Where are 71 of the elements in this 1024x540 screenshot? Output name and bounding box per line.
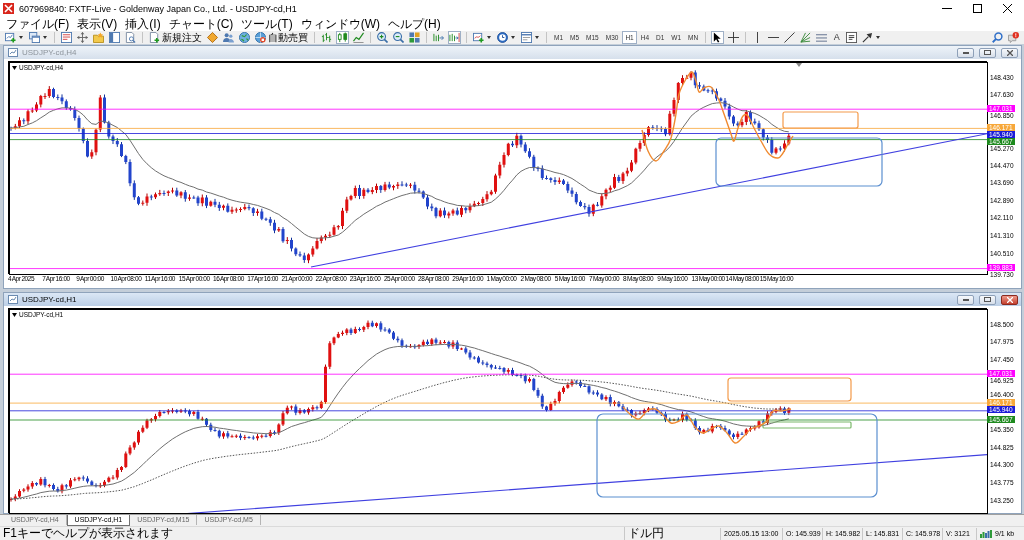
chart-window-title: USDJPY-cd,H1 — [22, 295, 78, 304]
caret-icon[interactable] — [511, 36, 515, 39]
menu-item[interactable]: ツール(T) — [237, 17, 297, 31]
new-order-button[interactable]: 新規注文 — [147, 31, 204, 44]
crosshair-icon[interactable] — [727, 31, 741, 44]
close-icon — [1006, 296, 1013, 303]
arrow-icon[interactable] — [861, 31, 875, 44]
caret-icon[interactable] — [19, 36, 23, 39]
menu-item[interactable]: ヘルプ(H) — [384, 17, 445, 31]
menu-item[interactable]: ウィンドウ(W) — [296, 17, 384, 31]
close-button[interactable] — [1001, 294, 1018, 305]
auto-scroll-icon[interactable] — [448, 31, 461, 44]
trend-line-icon[interactable] — [783, 31, 797, 44]
windows-icon[interactable] — [28, 31, 41, 44]
zoom-in-icon[interactable] — [376, 31, 389, 44]
indicator-plus-icon[interactable] — [472, 31, 485, 44]
clock-icon[interactable] — [496, 31, 509, 44]
text-label-icon[interactable] — [845, 31, 859, 44]
menu-item[interactable]: 表示(V) — [73, 17, 122, 31]
document-search-icon[interactable] — [124, 31, 137, 44]
people-icon[interactable] — [222, 31, 235, 44]
caret-icon[interactable] — [12, 66, 17, 70]
chart-plus-icon[interactable] — [4, 31, 17, 44]
caret-icon[interactable] — [876, 36, 881, 39]
template-icon[interactable] — [520, 31, 533, 44]
maximize-icon — [972, 4, 982, 13]
search-icon[interactable] — [991, 31, 1004, 44]
shift-marker-icon — [796, 63, 802, 67]
bar-chart-icon[interactable] — [320, 31, 333, 44]
profile-label: ドル円 — [624, 527, 720, 540]
folder-star-icon[interactable] — [92, 31, 105, 44]
minimize-icon — [942, 8, 952, 9]
caret-icon[interactable] — [535, 36, 539, 39]
close-button[interactable] — [1001, 47, 1018, 58]
globe-icon[interactable] — [238, 31, 251, 44]
minimize-icon — [962, 51, 969, 54]
minimize-button[interactable] — [957, 47, 974, 58]
tile-windows-icon[interactable] — [408, 31, 421, 44]
status-help-text: F1キーでヘルプが表示されます — [2, 527, 174, 540]
restore-icon — [984, 297, 991, 302]
line-chart-icon[interactable] — [352, 31, 365, 44]
restore-button[interactable] — [979, 47, 996, 58]
traffic-bars-icon — [980, 529, 992, 538]
menu-item[interactable]: 挿入(I) — [121, 17, 165, 31]
menu-item[interactable]: チャート(C) — [164, 17, 238, 31]
text-tool-button[interactable]: A — [830, 31, 844, 44]
caret-icon[interactable] — [43, 36, 47, 39]
panel-window-icon[interactable] — [108, 31, 121, 44]
candlestick-chart-icon[interactable] — [336, 31, 349, 44]
restore-icon — [984, 50, 991, 55]
minimize-icon — [962, 298, 969, 301]
app-logo-icon — [3, 3, 14, 14]
auto-trading-button[interactable]: 自動売買 — [253, 31, 310, 44]
notification-icon[interactable] — [1007, 31, 1020, 44]
cursor-icon[interactable] — [711, 31, 725, 44]
chart-window-icon — [8, 295, 18, 304]
close-icon — [1006, 49, 1013, 56]
chart-window-title: USDJPY-cd,H4 — [22, 48, 78, 57]
minimize-button[interactable] — [957, 294, 974, 305]
chart-shift-icon[interactable] — [432, 31, 445, 44]
close-icon — [1002, 4, 1012, 13]
restore-button[interactable] — [979, 294, 996, 305]
chart-window-icon — [8, 48, 18, 57]
move-arrows-icon[interactable] — [76, 31, 89, 44]
zoom-out-icon[interactable] — [392, 31, 405, 44]
caret-icon[interactable] — [12, 313, 17, 317]
chart-window-titlebar[interactable]: USDJPY-cd,H1 — [4, 293, 1021, 306]
window-title: 607969840: FXTF-Live - Goldenway Japan Co., Ltd. - USDJPY-cd,H1 — [19, 3, 298, 14]
caret-icon[interactable] — [487, 36, 491, 39]
menu-item[interactable]: ファイル(F) — [2, 17, 74, 31]
list-window-icon[interactable] — [60, 31, 73, 44]
